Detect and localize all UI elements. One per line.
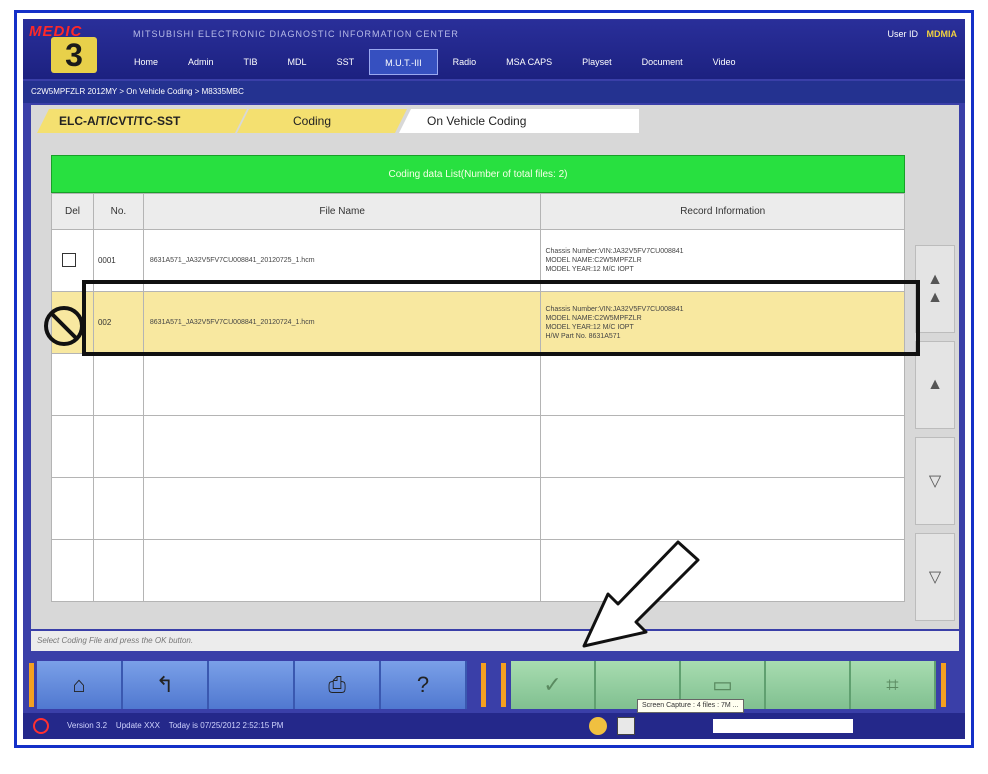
tab-coding[interactable]: Coding [237, 109, 407, 133]
no-cell: 002 [92, 291, 144, 354]
left-toolbar: ⌂ ↰ ⎙ ? [37, 661, 477, 709]
system-tray [713, 719, 853, 733]
version-text: Version 3.2 [67, 721, 108, 730]
logo-number: 3 [51, 37, 97, 73]
nav-mut3[interactable]: M.U.T.-III [369, 49, 438, 75]
nav-msa-caps[interactable]: MSA CAPS [491, 49, 567, 75]
scroll-down-button[interactable]: ▽ [915, 437, 955, 525]
record-info-cell: Chassis Number:VIN:JA32V5FV7CU008841 MOD… [540, 229, 905, 292]
app-title: MITSUBISHI ELECTRONIC DIAGNOSTIC INFORMA… [133, 29, 459, 39]
table-row-empty [51, 415, 905, 478]
column-header-record-information: Record Information [540, 193, 905, 230]
instruction-text: Select Coding File and press the OK butt… [31, 631, 959, 651]
table-row[interactable]: 0001 8631A571_JA32V5FV7CU008841_20120725… [51, 229, 905, 292]
print-icon: ⎙ [328, 672, 346, 697]
title-bar: MEDIC 3 MITSUBISHI ELECTRONIC DIAGNOSTIC… [23, 19, 965, 79]
toolbar-edge [941, 663, 946, 707]
user-id: User ID MDMIA [887, 29, 957, 39]
nav-document[interactable]: Document [627, 49, 698, 75]
help-button[interactable]: ? [381, 661, 467, 709]
record-line: Chassis Number:VIN:JA32V5FV7CU008841 [545, 305, 684, 313]
record-line: MODEL NAME:C2W5MPFZLR [545, 314, 642, 322]
up-arrow-icon: ▲ [927, 376, 943, 393]
table-row-selected[interactable]: 002 8631A571_JA32V5FV7CU008841_20120724_… [51, 291, 905, 354]
user-id-value: MDMIA [926, 29, 958, 39]
nav-mdl[interactable]: MDL [273, 49, 322, 75]
nav-home[interactable]: Home [119, 49, 173, 75]
user-id-label: User ID [887, 29, 918, 39]
table-row-empty [51, 477, 905, 540]
column-header-del: Del [51, 193, 94, 230]
print-button[interactable]: ⎙ [295, 661, 381, 709]
toolbar-edge [501, 663, 506, 707]
record-line: MODEL YEAR:12 M/C IOPT [545, 323, 634, 331]
home-icon: ⌂ [72, 672, 86, 697]
tab-strip: ELC-A/T/CVT/TC-SST Coding On Vehicle Cod… [37, 109, 937, 133]
scroll-top-button[interactable]: ▲ ▲ [915, 245, 955, 333]
lightbulb-icon[interactable] [589, 717, 607, 735]
column-header-no: No. [92, 193, 144, 230]
back-button[interactable]: ↰ [123, 661, 209, 709]
record-info-cell: Chassis Number:VIN:JA32V5FV7CU008841 MOD… [540, 291, 905, 354]
nav-playset[interactable]: Playset [567, 49, 627, 75]
coding-data-table: Del No. File Name Record Information 000… [51, 193, 905, 602]
nav-admin[interactable]: Admin [173, 49, 229, 75]
toolbar-edge [29, 663, 34, 707]
scroll-up-button[interactable]: ▲ [915, 341, 955, 429]
today-text: Today is 07/25/2012 2:52:15 PM [168, 721, 284, 730]
question-mark-icon: ? [416, 672, 430, 697]
bottom-toolbar: ⌂ ↰ ⎙ ? ✓ ▭ ⌗ [23, 653, 965, 709]
nav-radio[interactable]: Radio [438, 49, 492, 75]
toolbar-edge [481, 663, 486, 707]
nav-sst[interactable]: SST [322, 49, 370, 75]
status-text: Version 3.2 Update XXX Today is 07/25/20… [67, 713, 283, 739]
delete-checkbox[interactable] [62, 252, 76, 267]
record-line: MODEL NAME:C2W5MPFZLR [545, 257, 642, 264]
down-arrow-icon: ▽ [928, 473, 942, 490]
file-name-cell: 8631A571_JA32V5FV7CU008841_20120725_1.hc… [142, 229, 542, 292]
update-text: Update XXX [115, 721, 160, 730]
del-cell [51, 229, 94, 292]
record-line: Chassis Number:VIN:JA32V5FV7CU008841 [545, 248, 684, 255]
double-down-arrow-icon: ▽ [928, 569, 942, 586]
content-panel: ELC-A/T/CVT/TC-SST Coding On Vehicle Cod… [31, 105, 959, 629]
scroll-controls: ▲ ▲ ▲ ▽ ▽ [915, 245, 955, 625]
home-button[interactable]: ⌂ [37, 661, 123, 709]
ok-button[interactable]: ✓ [511, 661, 596, 709]
no-cell: 0001 [92, 229, 144, 292]
return-arrow-icon: ↰ [155, 672, 175, 697]
check-mark-icon: ✓ [543, 672, 562, 697]
nav-video[interactable]: Video [698, 49, 751, 75]
breadcrumb: C2W5MPFZLR 2012MY > On Vehicle Coding > … [23, 81, 965, 103]
tab-elc-at[interactable]: ELC-A/T/CVT/TC-SST [37, 109, 247, 133]
camera-icon[interactable] [617, 717, 635, 735]
connect-button[interactable]: ⌗ [851, 661, 936, 709]
table-row-empty [51, 353, 905, 416]
double-up-arrow-icon: ▲ ▲ [927, 271, 943, 306]
record-line: H/W Part No. 8631A571 [545, 332, 621, 340]
pointer-arrow-icon [582, 540, 700, 648]
status-bar: Version 3.2 Update XXX Today is 07/25/20… [23, 713, 965, 739]
file-name-cell: 8631A571_JA32V5FV7CU008841_20120724_1.hc… [142, 291, 542, 354]
screen-capture-tooltip: Screen Capture : 4 files : 7M ... [637, 699, 744, 713]
nav-tib[interactable]: TIB [229, 49, 273, 75]
scroll-bottom-button[interactable]: ▽ [915, 533, 955, 621]
folder-icon: ▭ [712, 672, 733, 697]
blank-button[interactable] [766, 661, 851, 709]
screenshot-frame: MEDIC 3 MITSUBISHI ELECTRONIC DIAGNOSTIC… [14, 10, 974, 748]
connector-icon: ⌗ [886, 672, 899, 697]
record-line: MODEL YEAR:12 M/C IOPT [545, 266, 634, 273]
power-icon[interactable] [33, 718, 49, 734]
prohibited-icon [44, 306, 84, 346]
table-row-empty [51, 539, 905, 602]
medic-logo: MEDIC 3 [29, 23, 107, 75]
column-header-file-name: File Name [142, 193, 542, 230]
blank-button[interactable] [209, 661, 295, 709]
app-window: MEDIC 3 MITSUBISHI ELECTRONIC DIAGNOSTIC… [23, 19, 965, 739]
tab-on-vehicle-coding[interactable]: On Vehicle Coding [399, 109, 639, 133]
main-nav: Home Admin TIB MDL SST M.U.T.-III Radio … [119, 49, 751, 75]
list-header: Coding data List(Number of total files: … [51, 155, 905, 193]
